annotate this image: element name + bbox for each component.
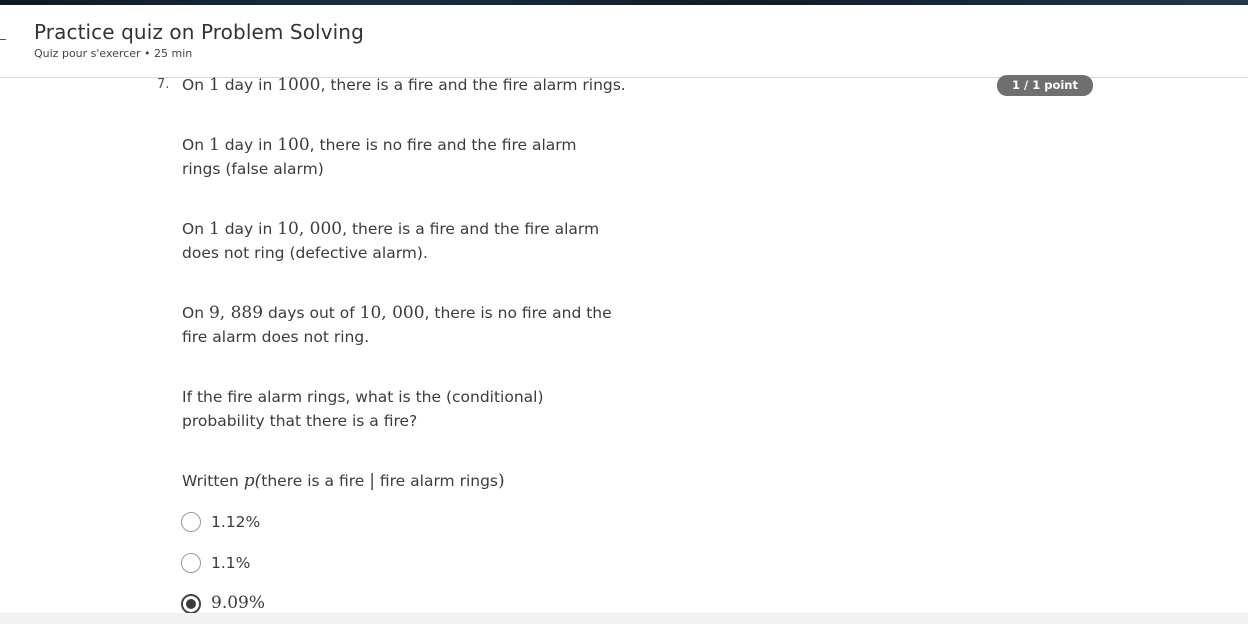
math-number: 1 [208, 75, 220, 95]
radio-button-selected[interactable] [181, 594, 201, 614]
question-paragraph-5: If the fire alarm rings, what is the (co… [182, 388, 544, 430]
quiz-title: Practice quiz on Problem Solving [34, 20, 364, 44]
page-header: Practice quiz on Problem Solving Quiz po… [0, 5, 1248, 78]
math-symbol: ) [497, 471, 505, 491]
question-content: 7. 1 / 1 point On 1 day in 1000, there i… [0, 75, 1248, 614]
math-symbol: p( [243, 471, 262, 491]
math-number: 1 [208, 219, 220, 239]
question-paragraph-1: On 1 day in 1000, there is a fire and th… [182, 73, 642, 97]
question-paragraph-3: On 1 day in 10, 000, there is a fire and… [182, 217, 622, 265]
math-number: 10, 000 [277, 219, 343, 239]
answer-option-label: 9.09% [211, 593, 266, 613]
question-number: 7. [157, 77, 170, 92]
radio-button[interactable] [181, 512, 201, 532]
text: Written [182, 472, 244, 490]
math-number: 100 [277, 135, 310, 155]
math-number: 9, 889 [208, 303, 264, 323]
question-paragraph-6: Written p(there is a fire | fire alarm r… [182, 469, 622, 493]
text: there is a fire [261, 472, 370, 490]
text: fire alarm rings [374, 472, 498, 490]
bottom-bar [0, 613, 1248, 624]
back-arrow-icon[interactable] [0, 39, 6, 40]
radio-button[interactable] [181, 553, 201, 573]
answer-option-label: 1.12% [211, 513, 261, 531]
text: On [182, 220, 209, 238]
points-badge: 1 / 1 point [997, 75, 1093, 96]
radio-dot-icon [186, 599, 196, 609]
quiz-subtitle: Quiz pour s'exercer • 25 min [34, 47, 193, 60]
text: On [182, 136, 209, 154]
text: On [182, 304, 209, 322]
text: day in [219, 220, 278, 238]
text: day in [219, 76, 278, 94]
text: , there is a fire and the fire alarm rin… [320, 76, 626, 94]
text: On [182, 76, 209, 94]
answer-option-label: 1.1% [211, 554, 251, 572]
text: day in [219, 136, 278, 154]
math-number: 1 [208, 135, 220, 155]
text: days out of [263, 304, 360, 322]
question-paragraph-4: On 9, 889 days out of 10, 000, there is … [182, 301, 622, 349]
question-paragraph-2: On 1 day in 100, there is no fire and th… [182, 133, 612, 181]
math-number: 1000 [277, 75, 321, 95]
math-number: 10, 000 [359, 303, 425, 323]
